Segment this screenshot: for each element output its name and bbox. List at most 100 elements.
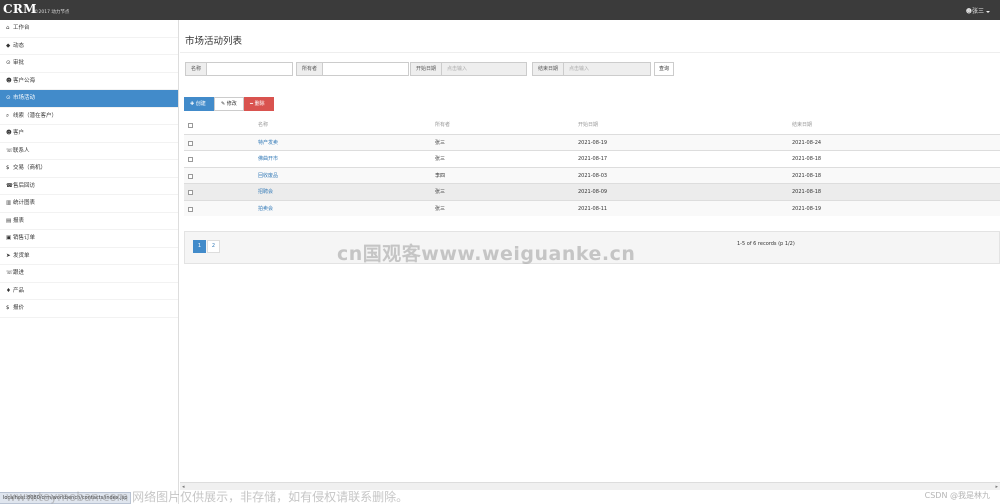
query-button[interactable]: 查询: [654, 62, 674, 76]
header-owner: 所有者: [435, 122, 451, 128]
nav-icon: ▤: [6, 217, 12, 224]
nav-icon: ◆: [6, 42, 11, 49]
sidebar-item-label: 工作台: [13, 25, 30, 31]
sidebar-item-label: 线索（潜在客户）: [13, 112, 58, 119]
filter-start-date: 开始日期 点击输入: [410, 62, 528, 76]
owner-cell: 李四: [435, 172, 446, 179]
sidebar-item-label: 销售订单: [13, 235, 36, 241]
page-1-button[interactable]: 1: [193, 240, 206, 253]
sidebar-item-label: 交易（商机）: [13, 165, 47, 171]
owner-cell: 张三: [435, 139, 446, 146]
sidebar-item-label: 报价: [13, 305, 25, 311]
sidebar-item[interactable]: ◆ 动态: [0, 38, 178, 55]
main-content: 市场活动列表 名称 所有者 开始日期 点击输入 结束日期 点击输入 查询 ✚ 创…: [180, 20, 1000, 492]
header-start-date: 开始日期: [578, 122, 599, 128]
minus-icon: ━: [250, 101, 254, 107]
sidebar-item[interactable]: ☏跟进: [0, 265, 178, 283]
nav-icon: ☎: [6, 182, 13, 189]
watermark-middle: cn国观客www.weiguanke.cn: [337, 243, 636, 265]
edit-button[interactable]: ✎ 修改: [214, 97, 244, 111]
start-date-input[interactable]: 点击输入: [441, 62, 528, 76]
row-checkbox[interactable]: [188, 140, 193, 146]
start-date-cell: 2021-08-17: [578, 156, 608, 162]
sidebar-item-label: 售后回访: [13, 182, 36, 189]
sidebar-item[interactable]: ⊙ 市场活动: [0, 90, 178, 108]
nav-icon: ☻: [6, 130, 12, 136]
sidebar-item-label: 跟进: [13, 270, 25, 276]
sidebar-item[interactable]: ⌂ 工作台: [0, 20, 178, 38]
owner-cell: 张三: [435, 205, 446, 212]
brand-logo[interactable]: CRM: [3, 2, 37, 16]
nav-icon: ⌕: [6, 112, 10, 119]
end-date-cell: 2021-08-18: [792, 189, 822, 195]
sidebar-item-label: 联系人: [13, 147, 30, 154]
filter-owner: 所有者: [296, 62, 410, 76]
table-row: 招聘会 张三 2021-08-09 2021-08-18: [184, 183, 1000, 200]
sidebar-item[interactable]: ☻客户公海: [0, 73, 178, 90]
activity-name-link[interactable]: 招聘会: [258, 184, 273, 201]
sidebar-item[interactable]: ▤ 报表: [0, 213, 178, 230]
user-menu[interactable]: ☻张三: [966, 6, 990, 15]
sidebar-item-label: 发货单: [13, 252, 30, 259]
sidebar-item[interactable]: ⊙ 审批: [0, 55, 178, 73]
row-checkbox[interactable]: [188, 206, 193, 212]
sidebar-item[interactable]: ➤ 发货单: [0, 248, 178, 265]
nav-icon: ☏: [6, 147, 13, 154]
sidebar-nav: ⌂ 工作台 ◆ 动态 ⊙ 审批 ☻客户公海 ⊙ 市场活动 ⌕ 线索（潜在客户） ☻客户 ☏联系人 $ 交易（…: [0, 20, 179, 504]
nav-icon: $: [6, 305, 10, 311]
header-name: 名称: [258, 122, 269, 128]
row-checkbox[interactable]: [188, 173, 193, 179]
sidebar-item-label: 市场活动: [13, 95, 36, 101]
activity-name-link[interactable]: 特产发卖: [258, 135, 278, 152]
filter-end-label: 结束日期: [532, 62, 564, 76]
sidebar-item-label: 客户: [13, 130, 25, 136]
sidebar-item[interactable]: ☻客户: [0, 125, 178, 143]
sidebar-item-label: 产品: [13, 287, 25, 294]
activity-name-link[interactable]: 回收废品: [258, 168, 278, 185]
top-navbar: CRM ©2017 动力节点 ☻张三: [0, 0, 1000, 20]
owner-cell: 张三: [435, 156, 446, 162]
activity-table: 名称 所有者 开始日期 结束日期 特产发卖 张三 2021-08-19 2021-08…: [184, 117, 1000, 216]
nav-icon: ▣: [6, 235, 12, 241]
sidebar-item-label: 动态: [13, 42, 25, 49]
sidebar-item[interactable]: ▥ 统计图表: [0, 195, 178, 213]
delete-button[interactable]: ━ 删除: [244, 97, 274, 111]
nav-icon: $: [6, 165, 10, 171]
sidebar-item[interactable]: ♦ 产品: [0, 283, 178, 300]
start-date-cell: 2021-08-19: [578, 139, 608, 146]
create-button[interactable]: ✚ 创建: [184, 97, 214, 111]
user-name: 张三: [971, 8, 984, 15]
row-checkbox[interactable]: [188, 157, 193, 162]
watermark-bottom: www.toymoban.com 网络图片仅供展示，非存储，如有侵权请联系删除。: [6, 490, 409, 504]
select-all-checkbox[interactable]: [188, 123, 193, 128]
activity-name-link[interactable]: 拍卖会: [258, 201, 273, 218]
sidebar-item[interactable]: $ 报价: [0, 300, 178, 318]
scroll-right-icon[interactable]: ▸: [995, 484, 998, 490]
start-date-cell: 2021-08-03: [578, 172, 608, 179]
table-row: 佛曲开市 张三 2021-08-17 2021-08-18: [184, 150, 1000, 167]
table-row: 拍卖会 张三 2021-08-11 2021-08-19: [184, 199, 1000, 218]
owner-input[interactable]: [322, 62, 410, 76]
sidebar-item[interactable]: ☎售后回访: [0, 178, 178, 195]
activity-name-link[interactable]: 佛曲开市: [258, 151, 278, 168]
page-2-button[interactable]: 2: [207, 240, 220, 253]
end-date-input[interactable]: 点击输入: [563, 62, 652, 76]
pagination-info: 1-5 of 6 records (p 1/2): [737, 241, 795, 247]
caret-down-icon: [986, 10, 990, 13]
csdn-watermark: CSDN @我是林九: [924, 491, 990, 500]
row-checkbox[interactable]: [188, 190, 193, 195]
header-end-date: 结束日期: [792, 122, 813, 128]
sidebar-item[interactable]: ☏联系人: [0, 143, 178, 160]
filter-name-label: 名称: [185, 62, 207, 76]
start-date-cell: 2021-08-09: [578, 189, 608, 195]
sidebar-item[interactable]: $ 交易（商机）: [0, 160, 178, 178]
sidebar-item[interactable]: ▣ 销售订单: [0, 230, 178, 248]
end-date-cell: 2021-08-24: [792, 139, 822, 146]
plus-icon: ✚: [190, 101, 195, 107]
name-input[interactable]: [206, 62, 294, 76]
start-date-cell: 2021-08-11: [578, 205, 608, 212]
filter-end-date: 结束日期 点击输入: [532, 62, 652, 76]
nav-icon: ☻: [6, 77, 12, 84]
owner-cell: 张三: [435, 189, 446, 195]
sidebar-item[interactable]: ⌕ 线索（潜在客户）: [0, 108, 178, 125]
